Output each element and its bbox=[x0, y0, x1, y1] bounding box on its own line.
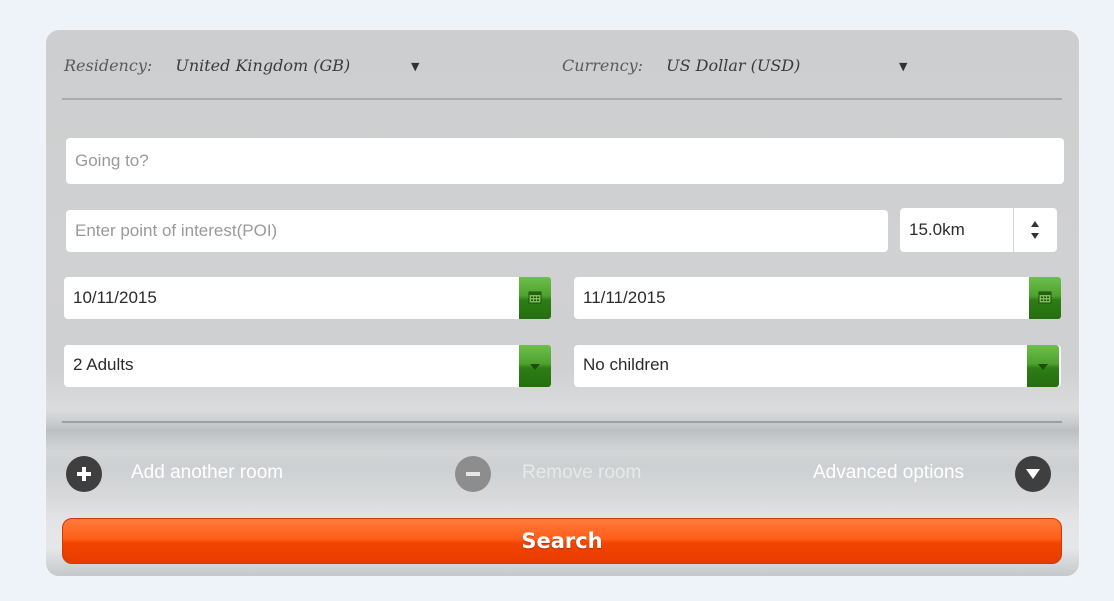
chevron-down-icon bbox=[530, 364, 540, 370]
increment-arrow-icon[interactable] bbox=[1031, 221, 1039, 227]
residency-dropdown-icon[interactable]: ▼ bbox=[411, 60, 419, 73]
chevron-down-icon bbox=[1038, 364, 1048, 370]
radius-stepper[interactable]: 15.0km bbox=[900, 208, 1057, 252]
residency-label: Residency: bbox=[64, 56, 153, 75]
plus-icon bbox=[77, 467, 91, 481]
search-button[interactable]: Search bbox=[62, 518, 1062, 564]
children-value: No children bbox=[583, 355, 669, 374]
top-divider bbox=[62, 98, 1062, 100]
add-room-icon[interactable] bbox=[66, 456, 102, 492]
radius-value: 15.0km bbox=[909, 220, 965, 239]
checkin-date-value: 10/11/2015 bbox=[73, 288, 157, 307]
currency-dropdown-icon[interactable]: ▼ bbox=[899, 60, 907, 73]
currency-selector[interactable]: Currency: US Dollar (USD) bbox=[562, 56, 800, 84]
checkout-date-value: 11/11/2015 bbox=[583, 288, 666, 307]
adults-dropdown-button[interactable] bbox=[519, 345, 551, 387]
adults-value: 2 Adults bbox=[73, 355, 134, 374]
minus-icon bbox=[466, 472, 480, 476]
remove-room-link[interactable]: Remove room bbox=[522, 462, 641, 484]
calendar-icon bbox=[1038, 291, 1052, 304]
checkin-date-input[interactable]: 10/11/2015 bbox=[64, 277, 551, 319]
adults-select[interactable]: 2 Adults bbox=[64, 345, 551, 387]
destination-input[interactable]: Going to? bbox=[66, 138, 1064, 184]
bottom-divider bbox=[62, 421, 1062, 423]
currency-value: US Dollar (USD) bbox=[666, 56, 801, 75]
advanced-options-icon[interactable] bbox=[1015, 456, 1051, 492]
add-room-link[interactable]: Add another room bbox=[131, 462, 283, 484]
remove-room-icon[interactable] bbox=[455, 456, 491, 492]
advanced-options-link[interactable]: Advanced options bbox=[813, 462, 964, 484]
children-dropdown-button[interactable] bbox=[1027, 345, 1059, 387]
decrement-arrow-icon[interactable] bbox=[1031, 233, 1039, 239]
residency-value: United Kingdom (GB) bbox=[175, 56, 351, 75]
checkin-calendar-button[interactable] bbox=[519, 277, 551, 319]
stepper-divider bbox=[1013, 208, 1014, 252]
checkout-calendar-button[interactable] bbox=[1029, 277, 1061, 319]
background-haze bbox=[46, 410, 1079, 450]
checkout-date-input[interactable]: 11/11/2015 bbox=[574, 277, 1061, 319]
currency-label: Currency: bbox=[562, 56, 644, 75]
children-select[interactable]: No children bbox=[574, 345, 1061, 387]
residency-selector[interactable]: Residency: United Kingdom (GB) bbox=[64, 56, 350, 84]
calendar-icon bbox=[528, 291, 542, 304]
chevron-down-icon bbox=[1026, 469, 1040, 479]
poi-input[interactable]: Enter point of interest(POI) bbox=[66, 210, 888, 252]
